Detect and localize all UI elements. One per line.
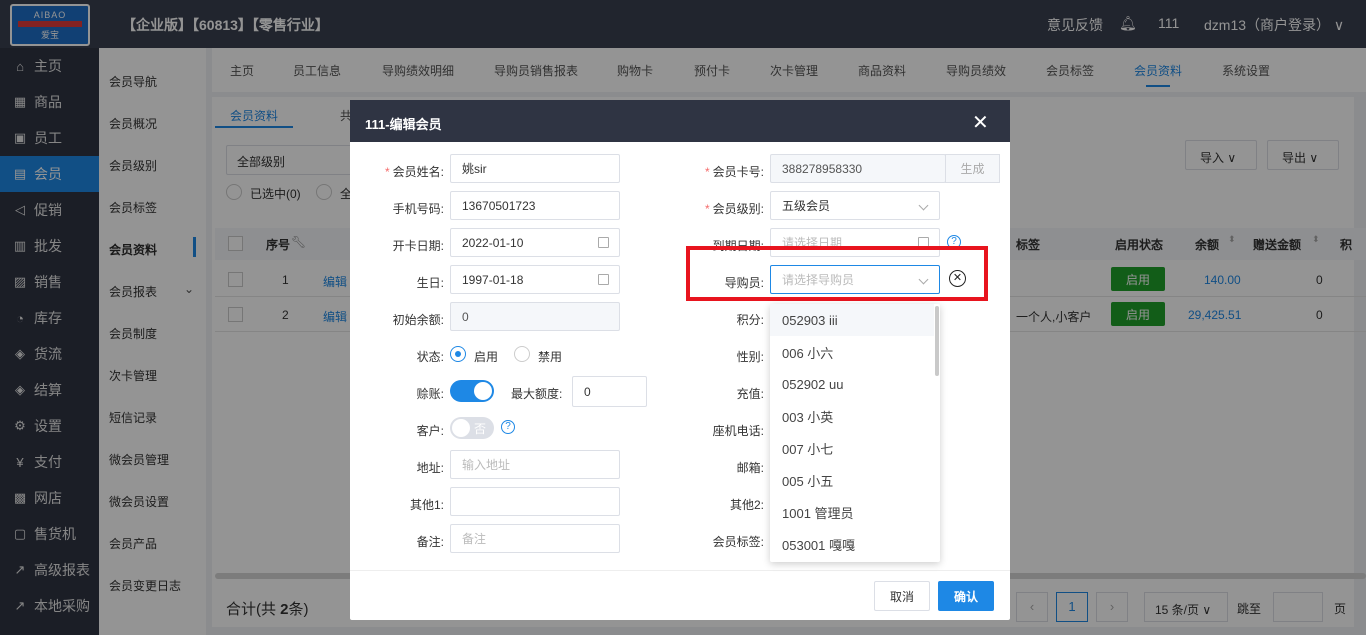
phone-value: 13670501723 bbox=[462, 198, 536, 213]
open-date-value: 2022-01-10 bbox=[462, 235, 524, 250]
guide-option[interactable]: 053001 嘎嘎 bbox=[770, 528, 934, 560]
status-enabled-radio[interactable] bbox=[450, 346, 466, 362]
other1-input[interactable] bbox=[450, 487, 620, 516]
open-date-label: 开卡日期: bbox=[392, 239, 444, 253]
card-no-label: * 会员卡号: bbox=[674, 163, 764, 180]
address-label: 地址: bbox=[416, 461, 444, 475]
level-value: 五级会员 bbox=[782, 199, 831, 213]
address-input[interactable]: 输入地址 bbox=[450, 450, 620, 479]
dialog-header: 111-编辑会员 ✕ bbox=[350, 100, 1010, 142]
toggle-knob bbox=[474, 382, 492, 400]
member-name-label: * 会员姓名: bbox=[354, 163, 444, 180]
gender-label: 性别: bbox=[736, 350, 764, 364]
chevron-down-icon bbox=[918, 200, 929, 211]
max-limit-value: 0 bbox=[584, 384, 591, 399]
landline-label: 座机电话: bbox=[712, 424, 764, 438]
remark-input[interactable]: 备注 bbox=[450, 524, 620, 553]
guide-option[interactable]: 052902 uu bbox=[770, 368, 934, 400]
toggle-knob bbox=[452, 419, 470, 437]
recharge-label: 充值: bbox=[736, 387, 764, 401]
guide-option[interactable]: 007 小七 bbox=[770, 432, 934, 464]
status-enabled-label: 启用 bbox=[474, 350, 499, 364]
clear-icon[interactable]: ✕ bbox=[949, 270, 966, 287]
guide-option[interactable]: 005 小五 bbox=[770, 464, 934, 496]
dropdown-scrollbar[interactable] bbox=[935, 306, 939, 376]
cancel-button[interactable]: 取消 bbox=[874, 581, 930, 611]
guide-option[interactable]: 003 小英 bbox=[770, 400, 934, 432]
max-limit-label: 最大额度: bbox=[511, 387, 563, 401]
init-balance-value: 0 bbox=[462, 309, 469, 324]
member-name-value: 姚sir bbox=[462, 162, 487, 176]
guide-dropdown: 052903 iii 006 小六 052902 uu 003 小英 007 小七 005… bbox=[770, 304, 940, 562]
open-date-picker[interactable]: 2022-01-10 bbox=[450, 228, 620, 257]
highlight-box bbox=[686, 246, 988, 301]
dialog-footer-divider bbox=[350, 570, 1010, 571]
generate-button[interactable]: 生成 bbox=[945, 154, 1000, 183]
card-no-input: 388278958330 bbox=[770, 154, 946, 183]
member-name-input[interactable]: 姚sir bbox=[450, 154, 620, 183]
close-icon[interactable]: ✕ bbox=[972, 110, 989, 135]
member-tags-label: 会员标签: bbox=[712, 535, 764, 549]
level-label: * 会员级别: bbox=[674, 200, 764, 217]
credit-label: 赊账: bbox=[416, 387, 444, 401]
guide-option[interactable]: 052903 iii bbox=[770, 304, 934, 336]
member-name-label-text: 会员姓名: bbox=[392, 165, 444, 179]
status-label: 状态: bbox=[416, 350, 444, 364]
init-balance-label: 初始余额: bbox=[392, 313, 444, 327]
level-select[interactable]: 五级会员 bbox=[770, 191, 940, 220]
email-label: 邮箱: bbox=[736, 461, 764, 475]
status-disabled-radio[interactable] bbox=[514, 346, 530, 362]
max-limit-input[interactable]: 0 bbox=[572, 376, 647, 407]
required-mark: * bbox=[704, 202, 710, 216]
customer-toggle-text: 否 bbox=[474, 422, 487, 436]
calendar-icon bbox=[598, 237, 609, 248]
birthday-value: 1997-01-18 bbox=[462, 272, 524, 287]
required-mark: * bbox=[704, 165, 710, 179]
address-placeholder: 输入地址 bbox=[462, 458, 511, 472]
help-icon[interactable]: ? bbox=[501, 420, 515, 434]
card-no-label-text: 会员卡号: bbox=[712, 165, 764, 179]
birthday-label: 生日: bbox=[416, 276, 444, 290]
phone-input[interactable]: 13670501723 bbox=[450, 191, 620, 220]
remark-label: 备注: bbox=[416, 535, 444, 549]
init-balance-input: 0 bbox=[450, 302, 620, 331]
calendar-icon bbox=[598, 274, 609, 285]
points-label: 积分: bbox=[736, 313, 764, 327]
customer-label: 客户: bbox=[416, 424, 444, 438]
status-disabled-label: 禁用 bbox=[538, 350, 563, 364]
phone-label: 手机号码: bbox=[392, 202, 444, 216]
other2-label: 其他2: bbox=[729, 498, 764, 512]
guide-option[interactable]: 1001 管理员 bbox=[770, 496, 934, 528]
confirm-button[interactable]: 确认 bbox=[938, 581, 994, 611]
other1-label: 其他1: bbox=[409, 498, 444, 512]
dialog-title: 111-编辑会员 bbox=[365, 117, 442, 132]
guide-option[interactable]: 006 小六 bbox=[770, 336, 934, 368]
level-label-text: 会员级别: bbox=[712, 202, 764, 216]
required-mark: * bbox=[384, 165, 390, 179]
card-no-value: 388278958330 bbox=[782, 161, 863, 176]
customer-toggle[interactable]: 否 bbox=[450, 417, 494, 439]
birthday-picker[interactable]: 1997-01-18 bbox=[450, 265, 620, 294]
remark-placeholder: 备注 bbox=[462, 532, 487, 546]
credit-toggle[interactable] bbox=[450, 380, 494, 402]
